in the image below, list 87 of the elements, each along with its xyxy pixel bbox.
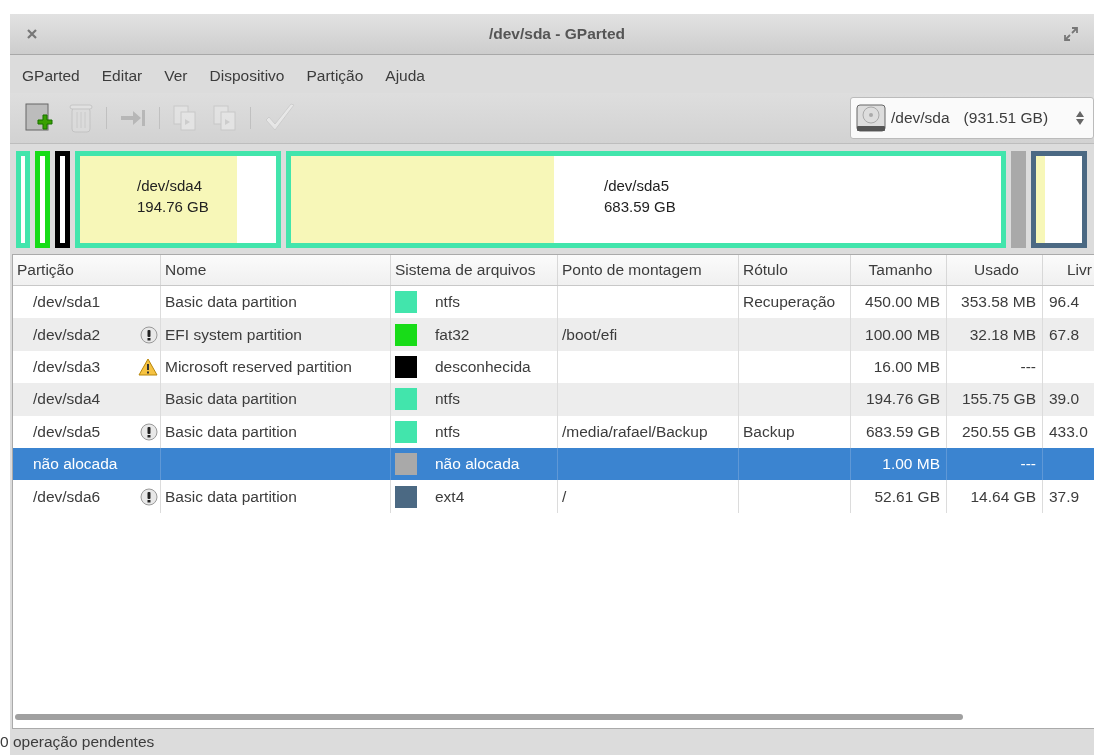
column-header[interactable]: Partição: [13, 255, 161, 285]
table-cell: 39.0: [1049, 390, 1080, 409]
table-cell: 353.58 MB: [961, 293, 1036, 312]
partition-name: /dev/sda4: [137, 176, 204, 194]
device-selector[interactable]: /dev/sda (931.51 GB): [850, 97, 1094, 139]
table-cell: 52.61 GB: [874, 487, 940, 506]
partition-block[interactable]: /dev/sda5 683.59 GB: [286, 151, 1006, 248]
partition-size: 194.76 GB: [137, 197, 210, 215]
menu-item[interactable]: Ver: [164, 67, 188, 89]
table-cell: 67.8: [1049, 325, 1080, 344]
info-icon: [140, 487, 158, 506]
table-cell: ext4: [435, 487, 465, 506]
table-cell: ntfs: [435, 293, 460, 312]
menu-item[interactable]: Editar: [101, 67, 143, 89]
column-header[interactable]: Nome: [161, 255, 391, 285]
table-cell: Basic data partition: [165, 422, 297, 441]
table-cell: 16.00 MB: [873, 357, 940, 376]
horizontal-scrollbar[interactable]: [15, 714, 963, 720]
paste-icon: [212, 103, 238, 133]
table-cell: /dev/sda5: [33, 422, 101, 441]
table-cell: Basic data partition: [165, 293, 297, 312]
table-cell: não alocada: [435, 455, 520, 474]
table-row[interactable]: /dev/sda5 Basic data partition ntfs /media/rafael/Backup Backup 683.59 GB 250.55 GB 433.0: [13, 415, 1094, 448]
trash-icon: [68, 102, 94, 134]
table-cell: /dev/sda4: [33, 390, 101, 409]
table-cell: Recuperação: [743, 293, 836, 312]
table-cell: 37.9: [1049, 487, 1080, 506]
column-header[interactable]: Livr: [1043, 255, 1094, 285]
table-cell: /dev/sda1: [33, 293, 101, 312]
column-header[interactable]: Sistema de arquivos: [391, 255, 558, 285]
table-cell: não alocada: [33, 455, 118, 474]
status-text: 0 operação pendentes: [0, 733, 155, 751]
table-cell: /dev/sda2: [33, 325, 101, 344]
partition-size: 683.59 GB: [604, 197, 677, 215]
column-header[interactable]: Rótulo: [739, 255, 851, 285]
table-cell: ---: [1020, 455, 1036, 474]
table-cell: 194.76 GB: [865, 390, 940, 409]
table-cell: Backup: [743, 422, 795, 441]
table-cell: EFI system partition: [165, 325, 302, 344]
maximize-icon[interactable]: [1063, 26, 1079, 42]
column-header[interactable]: Usado: [947, 255, 1043, 285]
table-cell: 1.00 MB: [882, 455, 940, 474]
copy-icon: [172, 103, 198, 133]
table-cell: ntfs: [435, 390, 460, 409]
table-cell: /dev/sda3: [33, 357, 101, 376]
table-cell: Basic data partition: [165, 390, 297, 409]
table-cell: 14.64 GB: [970, 487, 1036, 506]
info-icon: [140, 325, 158, 344]
table-row[interactable]: /dev/sda4 Basic data partition ntfs 194.76 GB 155.75 GB 39.0: [13, 383, 1094, 416]
close-icon[interactable]: [26, 28, 38, 40]
table-cell: 96.4: [1049, 293, 1080, 312]
table-cell: 155.75 GB: [961, 390, 1036, 409]
menu-item[interactable]: Partição: [306, 67, 364, 89]
table-cell: fat32: [435, 325, 470, 344]
table-row[interactable]: /dev/sda2 EFI system partition fat32 /boot/efi 100.00 MB 32.18 MB 67.8: [13, 318, 1094, 351]
table-cell: 250.55 GB: [961, 422, 1036, 441]
table-cell: /dev/sda6: [33, 487, 101, 506]
table-row[interactable]: não alocada não alocada 1.00 MB ---: [13, 447, 1094, 481]
column-header[interactable]: Tamanho: [851, 255, 947, 285]
table-cell: /: [562, 487, 567, 506]
table-cell: 32.18 MB: [969, 325, 1036, 344]
partition-name: /dev/sda5: [604, 176, 671, 194]
menu-item[interactable]: GParted: [22, 67, 80, 89]
device-name: /dev/sda: [891, 109, 950, 127]
menu-item[interactable]: Dispositivo: [209, 67, 285, 89]
table-cell: Basic data partition: [165, 487, 297, 506]
table-cell: 683.59 GB: [865, 422, 940, 441]
column-header[interactable]: Ponto de montagem: [558, 255, 739, 285]
new-document-icon: [24, 102, 54, 134]
table-cell: ---: [1020, 357, 1036, 376]
table-cell: Microsoft reserved partition: [165, 357, 352, 376]
unallocated-block[interactable]: [1011, 151, 1026, 248]
table-cell: /boot/efi: [562, 325, 618, 344]
table-row[interactable]: /dev/sda6 Basic data partition ext4 / 52.61 GB 14.64 GB 37.9: [13, 480, 1094, 513]
device-size: (931.51 GB): [963, 109, 1050, 127]
table-cell: /media/rafael/Backup: [562, 422, 708, 441]
table-cell: 100.00 MB: [865, 325, 940, 344]
table-cell: ntfs: [435, 422, 460, 441]
table-cell: 450.00 MB: [865, 293, 940, 312]
window-title: /dev/sda - GParted: [487, 25, 627, 43]
partition-block[interactable]: /dev/sda4 194.76 GB: [75, 151, 281, 248]
partition-block[interactable]: [55, 151, 70, 248]
table-cell: 433.0: [1049, 422, 1088, 441]
menu-item[interactable]: Ajuda: [385, 67, 425, 89]
warning-icon: [138, 357, 158, 376]
info-icon: [140, 422, 158, 441]
table-cell: desconhecida: [435, 357, 531, 376]
